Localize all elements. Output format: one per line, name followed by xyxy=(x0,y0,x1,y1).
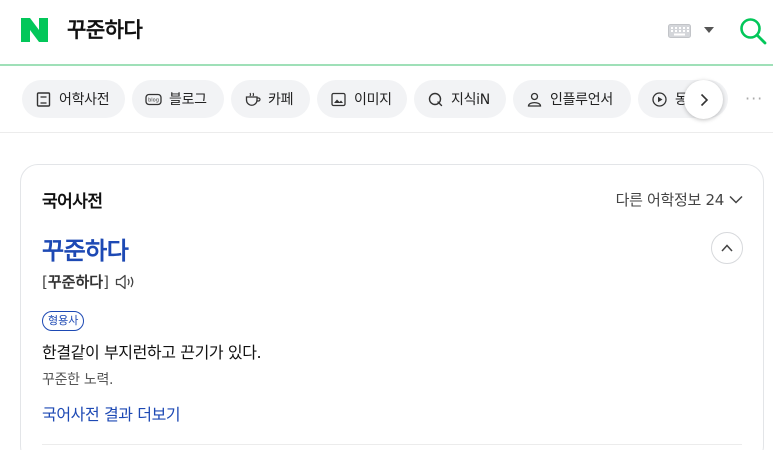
dictionary-card: 국어사전 다른 어학정보 24 꾸준하다 [꾸준하다] 형용사 한결같이 부지런… xyxy=(20,164,764,450)
person-icon xyxy=(527,92,542,107)
q-icon xyxy=(428,92,443,106)
tab-image[interactable]: 이미지 xyxy=(317,80,407,118)
tabs-next-button[interactable] xyxy=(684,80,723,119)
tab-label: 지식iN xyxy=(451,92,490,108)
pronunciation-text: 꾸준하다 xyxy=(47,273,104,291)
more-tabs-button[interactable]: ··· xyxy=(745,89,763,108)
search-query[interactable]: 꾸준하다 xyxy=(67,15,143,45)
tab-label: 어학사전 xyxy=(59,92,110,108)
tab-influencer[interactable]: 인플루언서 xyxy=(513,80,631,118)
entry-word-link[interactable]: 꾸준하다 xyxy=(42,231,129,266)
tab-label: 인플루언서 xyxy=(550,92,613,108)
chevron-down-icon[interactable] xyxy=(704,27,714,34)
card-title: 국어사전 xyxy=(42,192,103,212)
blog-icon: blog xyxy=(145,93,162,105)
definition-text: 한결같이 부지런하고 끈기가 있다. xyxy=(42,343,262,362)
part-of-speech-badge: 형용사 xyxy=(42,311,85,331)
cup-icon xyxy=(245,92,261,106)
chevron-up-icon xyxy=(721,244,733,252)
keyboard-icon[interactable] xyxy=(668,24,691,38)
other-dictionary-info-button[interactable]: 다른 어학정보 24 xyxy=(616,189,743,210)
other-info-label: 다른 어학정보 24 xyxy=(615,191,725,209)
header-divider xyxy=(0,64,773,66)
search-header: 꾸준하다 xyxy=(0,0,773,66)
example-text: 꾸준한 노력. xyxy=(42,372,114,388)
chevron-down-icon xyxy=(729,195,743,204)
tab-label: 카페 xyxy=(268,92,294,108)
naver-logo[interactable] xyxy=(21,18,48,42)
collapse-button[interactable] xyxy=(711,232,743,264)
tab-label: 블로그 xyxy=(169,92,207,108)
tab-kin[interactable]: 지식iN xyxy=(414,80,506,118)
search-icon[interactable] xyxy=(738,16,768,46)
tab-blog[interactable]: blog 블로그 xyxy=(132,80,224,118)
book-icon xyxy=(36,91,51,107)
chevron-right-icon xyxy=(700,93,708,106)
tab-dictionary[interactable]: 어학사전 xyxy=(22,80,125,118)
more-results-link[interactable]: 국어사전 결과 더보기 xyxy=(42,401,181,425)
speaker-icon[interactable] xyxy=(115,274,136,290)
search-tabs: 어학사전 blog 블로그 카페 이미지 지식iN 인플루언서 동 ··· xyxy=(0,67,773,133)
tab-cafe[interactable]: 카페 xyxy=(231,80,310,118)
pronunciation: [꾸준하다] xyxy=(42,271,136,292)
svg-text:blog: blog xyxy=(148,97,159,103)
pron-bracket-close: ] xyxy=(103,272,109,291)
card-divider xyxy=(42,444,742,445)
play-icon xyxy=(652,91,667,107)
tab-label: 이미지 xyxy=(354,92,392,108)
image-icon xyxy=(331,92,346,106)
